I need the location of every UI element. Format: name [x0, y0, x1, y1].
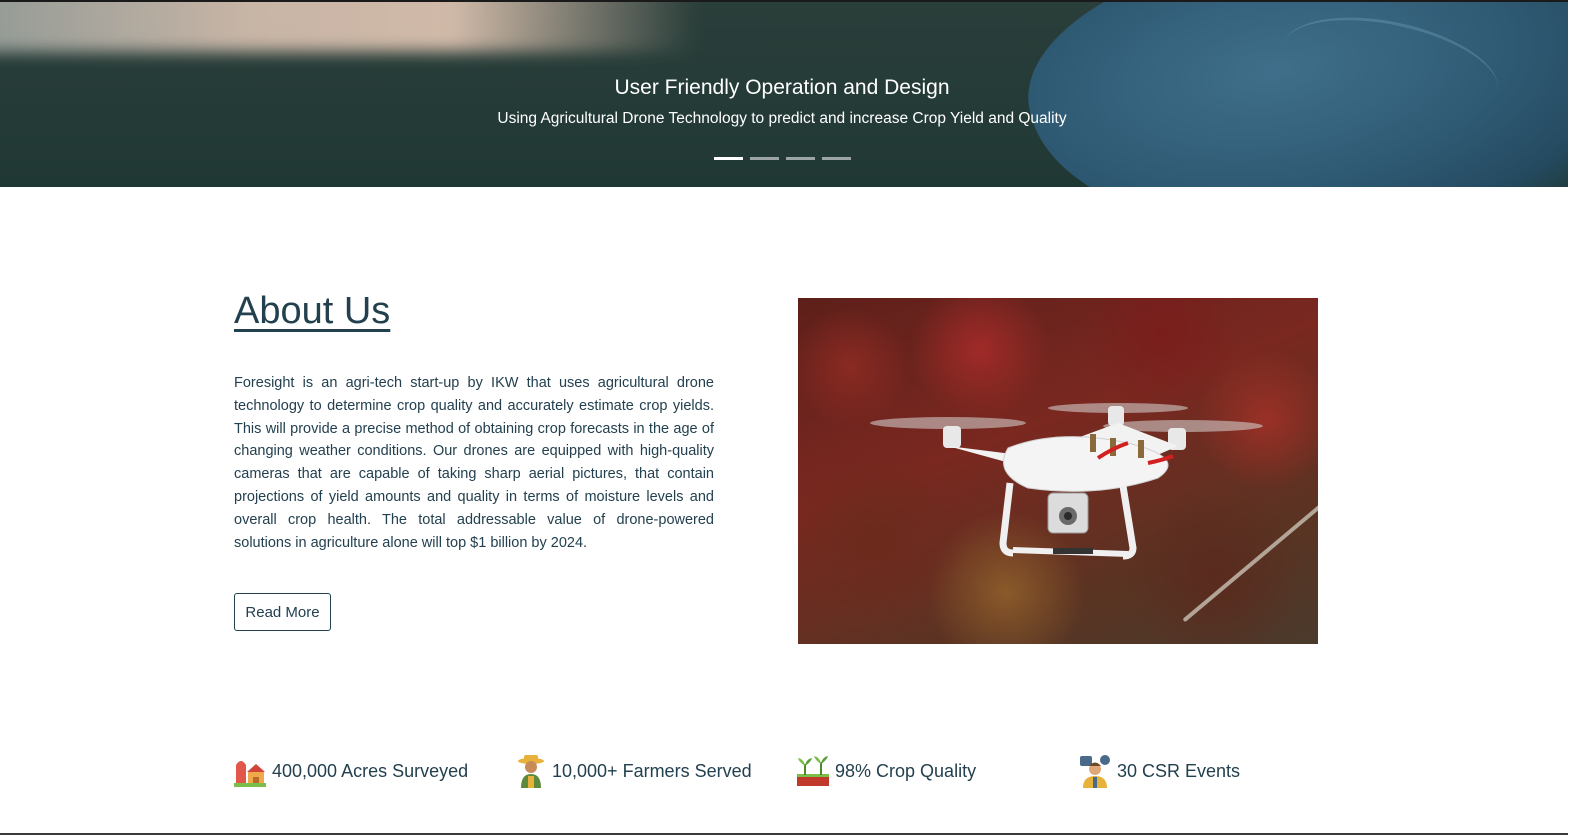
hero-subtitle: Using Agricultural Drone Technology to p…: [497, 110, 1067, 127]
stat-farmers-label: 10,000+ Farmers Served: [552, 760, 752, 781]
carousel-indicator-4[interactable]: [822, 157, 851, 160]
stat-acres-label: 400,000 Acres Surveyed: [272, 760, 469, 781]
carousel-indicator-1[interactable]: [714, 157, 743, 160]
drone-icon: [870, 403, 1263, 560]
about-heading: About Us: [234, 290, 391, 332]
sprout-icon: [797, 756, 829, 786]
about-description: Foresight is an agri-tech start-up by IK…: [234, 375, 714, 551]
farm-icon: [234, 761, 266, 787]
stat-crop-quality-label: 98% Crop Quality: [835, 760, 977, 781]
carousel-indicators: [714, 157, 851, 160]
drone-photo: [798, 298, 1318, 644]
stat-csr-events: 30 CSR Events: [1079, 754, 1240, 788]
hero-carousel: User Friendly Operation and Design Using…: [0, 2, 1568, 187]
hero-title: User Friendly Operation and Design: [614, 76, 950, 99]
stat-crop-quality: 98% Crop Quality: [797, 754, 976, 788]
stat-csr-events-label: 30 CSR Events: [1117, 760, 1241, 781]
stat-acres: 400,000 Acres Surveyed: [234, 754, 468, 788]
carousel-indicator-2[interactable]: [750, 157, 779, 160]
scrollbar-gutter: [1568, 0, 1586, 835]
stat-farmers: 10,000+ Farmers Served: [516, 754, 752, 788]
hero-background-sky: [0, 2, 780, 52]
carousel-indicator-3[interactable]: [786, 157, 815, 160]
read-more-button[interactable]: Read More: [234, 593, 331, 631]
csr-event-icon: [1080, 755, 1110, 788]
farmer-icon: [518, 755, 544, 788]
